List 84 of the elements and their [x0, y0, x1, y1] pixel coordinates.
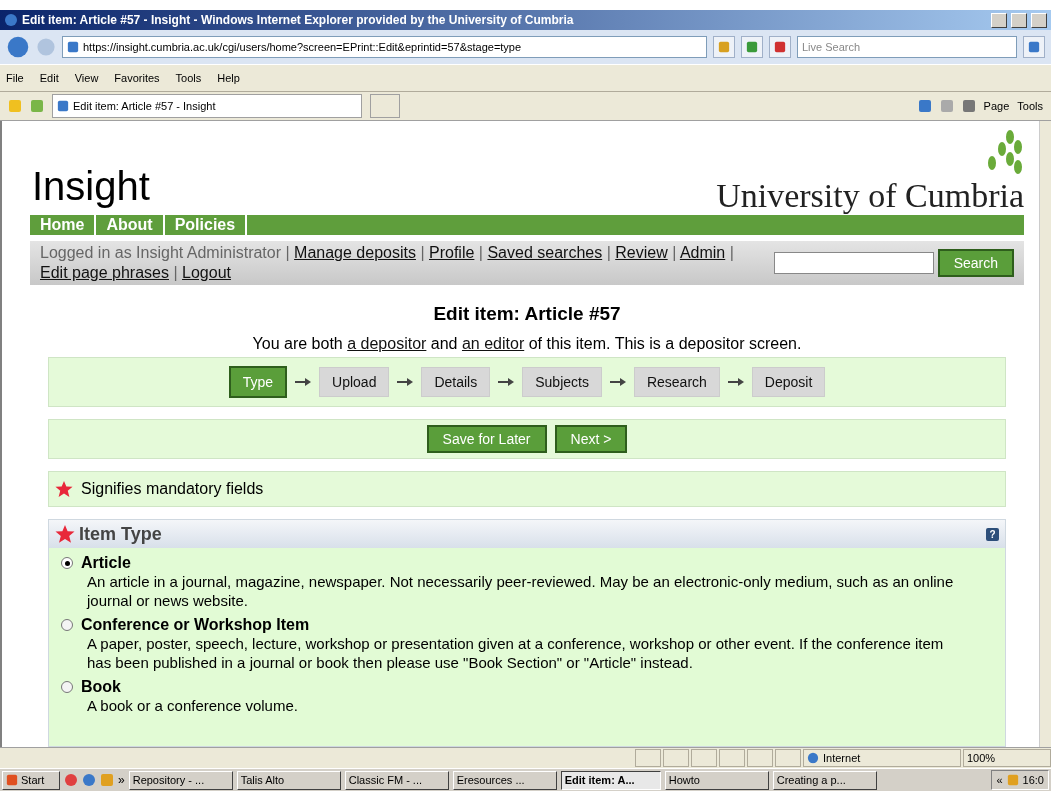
user-link[interactable]: Logout — [182, 264, 231, 281]
arrow-icon — [609, 378, 626, 386]
intro-text: You are both a depositor and an editor of this item. This is a depositor screen. — [251, 335, 803, 353]
taskbar-button[interactable]: Eresources ... — [452, 770, 557, 790]
option-description: A book or a conference volume. — [86, 696, 299, 715]
status-pane — [663, 749, 689, 767]
more-chevron[interactable]: » — [118, 773, 125, 787]
address-field[interactable]: https://insight.cumbria.ac.uk/cgi/users/home?screen=EPrint::Edit&eprintid=57&stage=type — [62, 36, 707, 58]
user-link[interactable]: Admin — [679, 244, 726, 261]
user-link[interactable]: Review — [615, 244, 668, 261]
start-button[interactable]: Start — [2, 770, 60, 790]
menu-item[interactable]: View — [74, 72, 99, 84]
minimize-button[interactable] — [991, 12, 1007, 28]
workflow-step[interactable]: Research — [633, 367, 720, 397]
role-link[interactable]: a depositor — [347, 335, 427, 352]
arrow-icon — [397, 378, 414, 386]
page-heading: Edit item: Article #57 — [432, 303, 622, 325]
search-button[interactable] — [1023, 36, 1045, 58]
help-button[interactable]: ? — [986, 527, 999, 541]
separator-text: | — [672, 244, 677, 261]
user-link[interactable]: Profile — [429, 244, 475, 261]
zoom-control[interactable]: 100% — [963, 749, 1051, 767]
zone-text: Internet — [823, 752, 861, 764]
option-label: Book — [81, 678, 121, 696]
arrow-icon — [498, 378, 515, 386]
new-tab-button[interactable] — [370, 94, 400, 118]
site-title: Insight — [31, 164, 150, 210]
workflow-step[interactable]: Deposit — [751, 367, 826, 397]
option-label: Conference or Workshop Item — [81, 616, 310, 634]
search-field[interactable]: Live Search — [797, 36, 1017, 58]
user-link[interactable]: Edit page phrases — [40, 264, 169, 281]
stop-button[interactable] — [769, 36, 791, 58]
status-pane — [635, 749, 661, 767]
status-pane — [747, 749, 773, 767]
login-status: Logged in as Insight Administrator — [40, 244, 282, 261]
radio-button[interactable] — [61, 619, 73, 631]
workflow-step[interactable]: Details — [421, 367, 491, 397]
browser-tab[interactable]: Edit item: Article #57 - Insight — [52, 94, 362, 118]
university-logo-text: University of Cumbria — [716, 177, 1024, 215]
toolbar-menu[interactable]: Tools — [1017, 100, 1043, 112]
status-pane — [775, 749, 801, 767]
taskbar-button[interactable]: Creating a p... — [772, 770, 877, 790]
option-description: An article in a journal, magazine, newspaper. Not necessarily peer-reviewed. May be an electronic-only medium, such as an online journal or news website. — [85, 572, 955, 610]
menu-item[interactable]: Tools — [175, 72, 202, 84]
workflow-step[interactable]: Subjects — [522, 367, 602, 397]
workflow-step[interactable]: Upload — [319, 367, 390, 397]
tray-chevron[interactable]: « — [996, 774, 1003, 786]
separator-text: | — [478, 244, 483, 261]
menu-item[interactable]: Favorites — [114, 72, 160, 84]
panel-title: Item Type — [79, 523, 163, 545]
separator-text: | — [285, 244, 290, 261]
menu-item[interactable]: File — [6, 72, 24, 84]
toolbar-menu[interactable]: Page — [983, 100, 1010, 112]
taskbar-button[interactable]: Classic FM - ... — [344, 770, 449, 790]
user-link[interactable]: Manage deposits — [294, 244, 416, 261]
refresh-button[interactable] — [741, 36, 763, 58]
window-title: Edit item: Article #57 - Insight - Windows Internet Explorer provided by the University of Cumbria — [22, 13, 575, 27]
close-button[interactable] — [1031, 12, 1047, 28]
mandatory-note: Signifies mandatory fields — [81, 480, 264, 498]
role-link[interactable]: an editor — [461, 335, 525, 352]
menu-item[interactable]: Edit — [39, 72, 59, 84]
maximize-button[interactable] — [1011, 12, 1027, 28]
option-label: Article — [81, 554, 131, 572]
radio-button[interactable] — [61, 681, 73, 693]
lock-button[interactable] — [713, 36, 735, 58]
taskbar-button[interactable]: Talis Alto — [236, 770, 341, 790]
clock-text: 16:0 — [1022, 774, 1044, 786]
taskbar-button[interactable]: Howto — [664, 770, 769, 790]
option-description: A paper, poster, speech, lecture, workshop or presentation given at a conference, workshop or other event. If the conference item has been published in a journal or book then please use "Book Section" or "Article" instead. — [86, 634, 945, 672]
site-search-field[interactable] — [773, 252, 934, 274]
scrollbar[interactable] — [1039, 121, 1051, 747]
radio-button[interactable] — [61, 557, 73, 569]
status-pane — [719, 749, 745, 767]
separator-text: | — [606, 244, 611, 261]
separator-text: | — [729, 244, 734, 261]
separator-text: | — [173, 264, 178, 281]
taskbar-button[interactable]: Edit item: A... — [560, 770, 661, 790]
menu-item[interactable]: Help — [217, 72, 240, 84]
separator-text: | — [420, 244, 425, 261]
arrow-icon — [727, 378, 744, 386]
arrow-icon — [295, 378, 312, 386]
taskbar-button[interactable]: Repository - ... — [128, 770, 233, 790]
status-pane — [691, 749, 717, 767]
user-link[interactable]: Saved searches — [487, 244, 603, 261]
